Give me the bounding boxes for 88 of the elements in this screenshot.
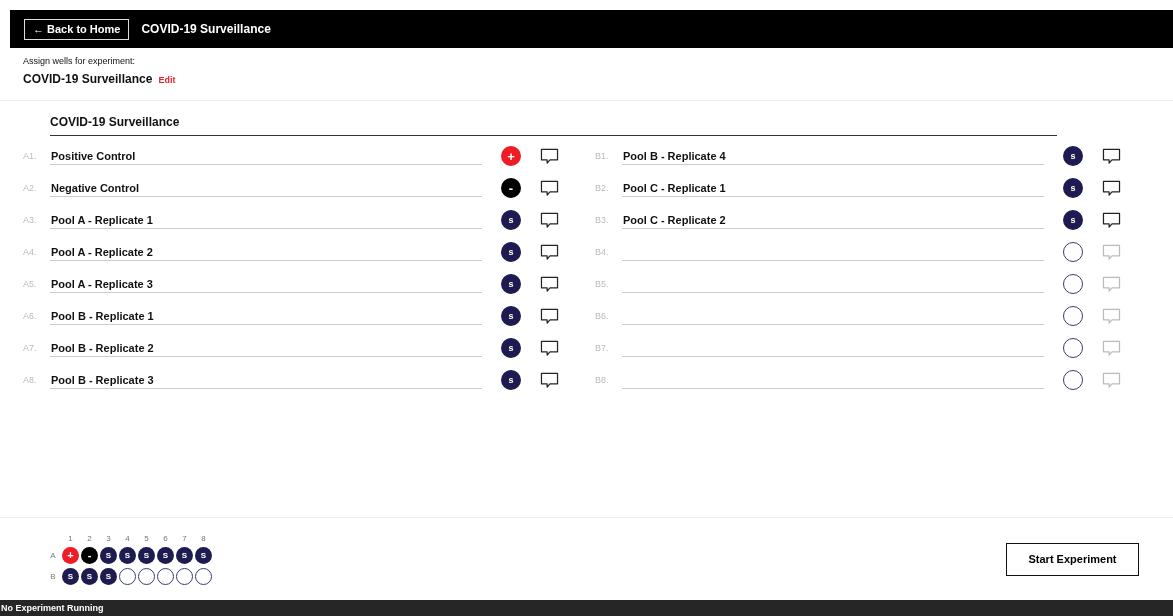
edit-link[interactable]: Edit: [158, 75, 176, 85]
input-field[interactable]: Pool C - Replicate 2: [622, 211, 1044, 229]
comment-icon[interactable]: [540, 307, 559, 325]
empty-well-circle[interactable]: [1063, 338, 1083, 358]
well-label: B3.: [595, 215, 610, 225]
well-marker[interactable]: S: [100, 546, 117, 564]
row-letter: B: [50, 571, 56, 581]
comment-icon[interactable]: [1102, 211, 1121, 229]
empty-well-circle[interactable]: [138, 567, 155, 585]
well-marker[interactable]: +: [501, 146, 521, 166]
empty-well-circle[interactable]: [1063, 370, 1083, 390]
input-field[interactable]: Pool A - Replicate 3: [50, 275, 482, 293]
well-marker[interactable]: S: [157, 546, 174, 564]
input-field[interactable]: Positive Control: [50, 147, 482, 165]
comment-icon[interactable]: [540, 275, 559, 293]
input-field[interactable]: Pool B - Replicate 2: [50, 339, 482, 357]
input-field[interactable]: Pool B - Replicate 4: [622, 147, 1044, 165]
well-label: A6.: [23, 311, 38, 321]
empty-well-circle[interactable]: [195, 567, 212, 585]
column-number: 5: [144, 533, 149, 543]
input-field[interactable]: Pool A - Replicate 1: [50, 211, 482, 229]
row-letter: A: [50, 550, 56, 560]
well-label: B6.: [595, 311, 610, 321]
empty-well-circle[interactable]: [157, 567, 174, 585]
empty-well-circle[interactable]: [1063, 242, 1083, 262]
comment-icon[interactable]: [540, 147, 559, 165]
input-field[interactable]: Negative Control: [50, 179, 482, 197]
well-label: A7.: [23, 343, 38, 353]
column-number: 6: [163, 533, 168, 543]
start-experiment-button[interactable]: Start Experiment: [1006, 542, 1139, 576]
well-marker[interactable]: s: [501, 210, 521, 230]
well-marker[interactable]: s: [501, 242, 521, 262]
empty-well-circle[interactable]: [1063, 306, 1083, 326]
column-number: 3: [106, 533, 111, 543]
status-bar: No Experiment Running: [0, 600, 1173, 616]
column-number: 2: [87, 533, 92, 543]
column-number: 1: [68, 533, 73, 543]
well-marker[interactable]: +: [62, 546, 79, 564]
comment-icon[interactable]: [540, 339, 559, 357]
well-marker[interactable]: S: [176, 546, 193, 564]
input-field[interactable]: Pool B - Replicate 3: [50, 371, 482, 389]
page-title: COVID-19 Surveillance: [141, 22, 271, 36]
well-marker[interactable]: s: [1063, 178, 1083, 198]
well-marker[interactable]: s: [501, 338, 521, 358]
instruction-text: Assign wells for experiment:: [23, 56, 137, 66]
well-label: B1.: [595, 151, 610, 161]
well-label: B2.: [595, 183, 610, 193]
well-label: B8.: [595, 375, 610, 385]
well-marker[interactable]: S: [195, 546, 212, 564]
empty-well-circle[interactable]: [1063, 274, 1083, 294]
column-number: 8: [201, 533, 206, 543]
well-marker[interactable]: S: [100, 567, 117, 585]
well-marker[interactable]: s: [1063, 210, 1083, 230]
well-marker[interactable]: S: [119, 546, 136, 564]
well-marker[interactable]: s: [1063, 146, 1083, 166]
well-label: A5.: [23, 279, 38, 289]
comment-icon[interactable]: [1102, 179, 1121, 197]
well-marker[interactable]: s: [501, 370, 521, 390]
input-field[interactable]: Pool C - Replicate 1: [622, 179, 1044, 197]
well-marker[interactable]: -: [501, 178, 521, 198]
column-number: 7: [182, 533, 187, 543]
well-label: B5.: [595, 279, 610, 289]
well-marker[interactable]: S: [138, 546, 155, 564]
experiment-name: COVID-19 Surveillance: [23, 72, 153, 86]
comment-icon[interactable]: [540, 371, 559, 389]
section-title: COVID-19 Surveillance: [50, 115, 1057, 136]
empty-well-circle[interactable]: [176, 567, 193, 585]
well-label: B4.: [595, 247, 610, 257]
well-label: A2.: [23, 183, 38, 193]
input-field[interactable]: Pool A - Replicate 2: [50, 243, 482, 261]
well-marker[interactable]: s: [501, 306, 521, 326]
well-label: A8.: [23, 375, 38, 385]
empty-well-circle[interactable]: [119, 567, 136, 585]
well-label: A1.: [23, 151, 38, 161]
back-button[interactable]: ← Back to Home: [24, 18, 130, 40]
comment-icon[interactable]: [540, 179, 559, 197]
column-number: 4: [125, 533, 130, 543]
well-label: A4.: [23, 247, 38, 257]
input-field[interactable]: Pool B - Replicate 1: [50, 307, 482, 325]
comment-icon[interactable]: [540, 211, 559, 229]
well-marker[interactable]: -: [81, 546, 98, 564]
comment-icon[interactable]: [1102, 147, 1121, 165]
well-label: B7.: [595, 343, 610, 353]
well-marker[interactable]: S: [62, 567, 79, 585]
comment-icon[interactable]: [540, 243, 559, 261]
well-marker[interactable]: S: [81, 567, 98, 585]
well-label: A3.: [23, 215, 38, 225]
well-marker[interactable]: s: [501, 274, 521, 294]
